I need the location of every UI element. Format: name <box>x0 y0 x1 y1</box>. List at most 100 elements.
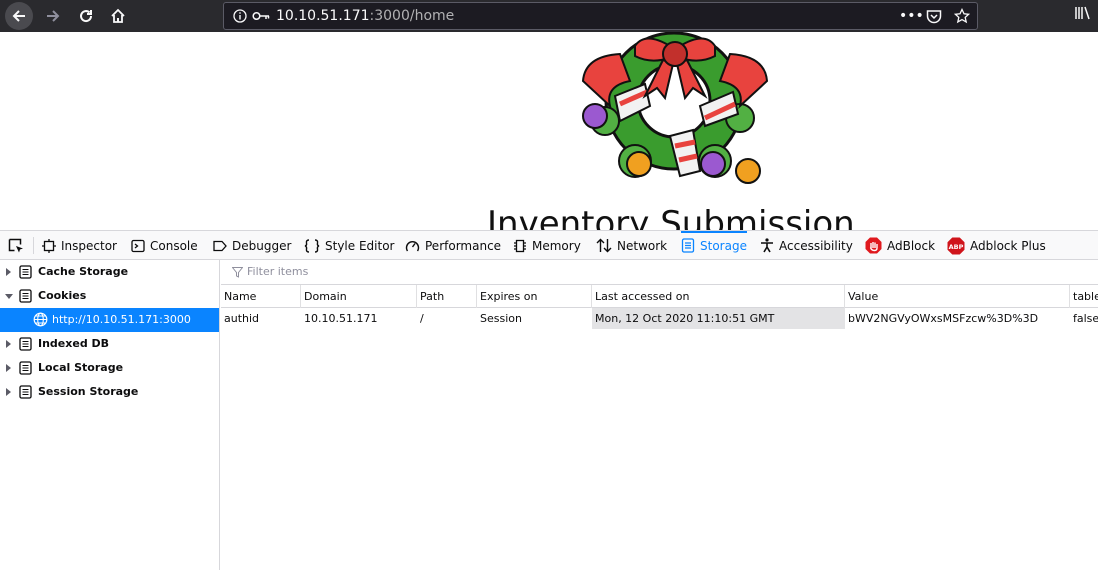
wreath-image <box>581 32 769 184</box>
storage-icon <box>19 337 32 351</box>
back-button[interactable] <box>5 2 33 30</box>
key-icon[interactable] <box>252 9 270 23</box>
tab-label: Console <box>150 238 198 253</box>
url-text: 10.10.51.171:3000/home <box>276 8 454 24</box>
tab-network[interactable]: Network <box>596 231 667 260</box>
pocket-icon[interactable] <box>926 9 942 24</box>
accessibility-icon <box>761 238 773 253</box>
tab-adblock[interactable]: AdBlock <box>865 231 935 260</box>
tab-inspector[interactable]: Inspector <box>42 231 117 260</box>
sidebar-item-cookies-host[interactable]: http://10.10.51.171:3000 <box>0 308 219 332</box>
cell-name: authid <box>224 312 260 325</box>
storage-icon <box>19 289 32 303</box>
expand-arrow-icon[interactable] <box>6 340 11 348</box>
cell-domain: 10.10.51.171 <box>304 312 378 325</box>
inspector-icon <box>42 238 56 253</box>
arrow-right-icon <box>47 10 60 22</box>
sidebar-item-local-storage[interactable]: Local Storage <box>0 356 219 380</box>
storage-icon <box>19 361 32 375</box>
tab-performance[interactable]: Performance <box>405 231 501 260</box>
sidebar-item-label: http://10.10.51.171:3000 <box>52 313 191 326</box>
up-down-arrows-icon <box>596 238 612 253</box>
tab-storage[interactable]: Storage <box>681 231 747 260</box>
cell-last-accessed: Mon, 12 Oct 2020 11:10:51 GMT <box>592 308 845 329</box>
url-bar[interactable]: 10.10.51.171:3000/home ••• <box>223 2 978 30</box>
forward-button[interactable] <box>39 2 67 30</box>
column-header-domain[interactable]: Domain <box>301 285 417 308</box>
tab-debugger[interactable]: Debugger <box>213 231 291 260</box>
sidebar-item-label: Cookies <box>38 289 87 302</box>
cell-table: false <box>1073 312 1098 325</box>
tab-label: Storage <box>700 238 747 253</box>
filter-input[interactable]: Filter items <box>247 265 308 278</box>
filter-bar: Filter items <box>221 260 1098 285</box>
tab-label: Debugger <box>232 238 292 253</box>
arrow-left-icon <box>12 10 25 22</box>
filter-icon <box>232 267 243 278</box>
element-picker-icon[interactable] <box>8 238 24 254</box>
sidebar-item-cache-storage[interactable]: Cache Storage <box>0 260 219 284</box>
column-header-expires[interactable]: Expires on <box>477 285 592 308</box>
table-row[interactable]: authid 10.10.51.171 / Session Mon, 12 Oc… <box>221 308 1098 329</box>
memory-chip-icon <box>514 239 526 252</box>
table-header: Name Domain Path Expires on Last accesse… <box>221 285 1098 308</box>
sidebar-item-label: Local Storage <box>38 361 124 374</box>
home-icon <box>111 8 125 23</box>
adblock-hand-icon <box>865 237 882 254</box>
cell-path: / <box>420 312 424 325</box>
cell-expires: Session <box>480 312 522 325</box>
tab-memory[interactable]: Memory <box>513 231 581 260</box>
expand-arrow-icon[interactable] <box>6 268 11 276</box>
url-path: :3000/home <box>369 8 455 24</box>
collapse-arrow-icon[interactable] <box>5 294 13 299</box>
page-actions-button[interactable]: ••• <box>899 8 924 24</box>
globe-icon <box>33 312 48 327</box>
storage-icon <box>681 238 695 253</box>
storage-icon <box>19 265 32 279</box>
devtools-panel: Inspector Console Debugger Style Editor … <box>0 230 1098 570</box>
braces-icon <box>304 238 320 253</box>
reload-button[interactable] <box>72 2 100 30</box>
url-host: 10.10.51.171 <box>276 8 370 24</box>
abp-icon: ABP <box>947 237 965 254</box>
browser-toolbar: 10.10.51.171:3000/home ••• <box>0 0 1098 32</box>
console-icon <box>131 239 145 252</box>
tab-label: Performance <box>425 238 502 253</box>
column-header-value[interactable]: Value <box>845 285 1070 308</box>
divider <box>33 237 34 254</box>
devtools-tabbar: Inspector Console Debugger Style Editor … <box>0 231 1098 260</box>
tab-label: Style Editor <box>325 238 395 253</box>
tab-label: Memory <box>532 238 581 253</box>
storage-table-panel: Filter items Name Domain Path Expires on… <box>221 260 1098 570</box>
home-button[interactable] <box>104 2 132 30</box>
library-icon[interactable] <box>1074 5 1092 21</box>
sidebar-item-label: Session Storage <box>38 385 139 398</box>
sidebar-item-cookies[interactable]: Cookies <box>0 284 219 308</box>
cell-value: bWV2NGVyOWxsMSFzcw%3D%3D <box>848 312 1039 325</box>
info-icon[interactable] <box>233 9 247 23</box>
storage-sidebar: Cache Storage Cookies http://10.10.51.17… <box>0 260 220 570</box>
bookmark-star-icon[interactable] <box>954 8 970 24</box>
reload-icon <box>80 10 93 23</box>
tab-label: AdBlock <box>887 238 936 253</box>
tab-adblock-plus[interactable]: ABP Adblock Plus <box>947 231 1046 260</box>
svg-text:ABP: ABP <box>949 243 964 251</box>
column-header-table[interactable]: table <box>1070 285 1098 308</box>
expand-arrow-icon[interactable] <box>6 388 11 396</box>
tab-label: Network <box>617 238 668 253</box>
sidebar-item-session-storage[interactable]: Session Storage <box>0 380 219 404</box>
tab-console[interactable]: Console <box>131 231 198 260</box>
page-content: Inventory Submission <box>0 32 1098 230</box>
page-title: Inventory Submission <box>487 204 855 230</box>
column-header-path[interactable]: Path <box>417 285 477 308</box>
tab-accessibility[interactable]: Accessibility <box>760 231 853 260</box>
tab-label: Adblock Plus <box>970 238 1046 253</box>
gauge-icon <box>405 240 420 251</box>
sidebar-item-indexed-db[interactable]: Indexed DB <box>0 332 219 356</box>
column-header-name[interactable]: Name <box>221 285 301 308</box>
expand-arrow-icon[interactable] <box>6 364 11 372</box>
sidebar-item-label: Cache Storage <box>38 265 129 278</box>
storage-icon <box>19 385 32 399</box>
tab-style-editor[interactable]: Style Editor <box>304 231 394 260</box>
column-header-last-accessed[interactable]: Last accessed on <box>592 285 845 308</box>
